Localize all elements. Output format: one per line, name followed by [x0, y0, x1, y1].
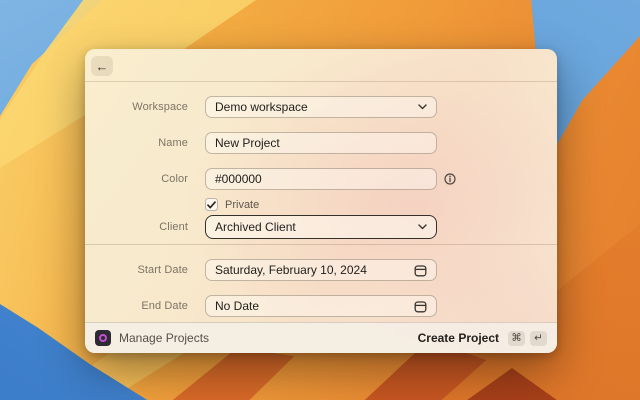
name-input[interactable]: New Project	[205, 132, 437, 154]
workspace-label: Workspace	[85, 101, 188, 113]
workspace-value: Demo workspace	[215, 100, 308, 114]
end-date-label: End Date	[85, 300, 188, 312]
name-label: Name	[85, 137, 188, 149]
client-row: Client Archived Client	[85, 215, 557, 239]
name-row: Name New Project	[85, 132, 557, 154]
back-button[interactable]: ←	[91, 56, 113, 76]
create-project-window: ← Workspace Demo workspace Name New Proj…	[85, 49, 557, 353]
private-checkbox-row: Private	[205, 198, 259, 211]
color-label: Color	[85, 173, 188, 185]
chevron-down-icon	[418, 224, 427, 230]
private-label: Private	[225, 199, 259, 211]
window-header: ←	[85, 49, 557, 82]
color-row: Color #000000	[85, 168, 557, 190]
workspace-dropdown[interactable]: Demo workspace	[205, 96, 437, 118]
checkmark-icon	[207, 201, 216, 209]
client-value: Archived Client	[215, 220, 296, 234]
client-dropdown[interactable]: Archived Client	[205, 215, 437, 239]
end-date-row: End Date No Date	[85, 295, 557, 317]
name-value: New Project	[215, 136, 280, 150]
start-date-label: Start Date	[85, 264, 188, 276]
end-date-value: No Date	[215, 299, 259, 313]
footer-command-info: Manage Projects	[95, 330, 209, 346]
color-input[interactable]: #000000	[205, 168, 437, 190]
chevron-down-icon	[418, 104, 427, 110]
command-name: Manage Projects	[119, 331, 209, 345]
end-date-picker[interactable]: No Date	[205, 295, 437, 317]
window-footer: Manage Projects Create Project ⌘ ↵	[85, 322, 557, 353]
manage-projects-app-icon	[95, 330, 111, 346]
command-key-icon: ⌘	[508, 331, 525, 346]
workspace-row: Workspace Demo workspace	[85, 96, 557, 118]
private-checkbox[interactable]	[205, 198, 218, 211]
start-date-row: Start Date Saturday, February 10, 2024	[85, 259, 557, 281]
primary-action-label: Create Project	[418, 331, 499, 345]
start-date-picker[interactable]: Saturday, February 10, 2024	[205, 259, 437, 281]
color-value: #000000	[215, 172, 262, 186]
primary-action-button[interactable]: Create Project ⌘ ↵	[418, 331, 547, 346]
section-divider	[85, 244, 557, 245]
client-label: Client	[85, 221, 188, 233]
info-icon[interactable]	[444, 173, 456, 185]
calendar-icon	[414, 264, 427, 277]
start-date-value: Saturday, February 10, 2024	[215, 263, 367, 277]
ring-icon	[99, 334, 107, 342]
return-key-icon: ↵	[530, 331, 547, 346]
calendar-icon	[414, 300, 427, 313]
